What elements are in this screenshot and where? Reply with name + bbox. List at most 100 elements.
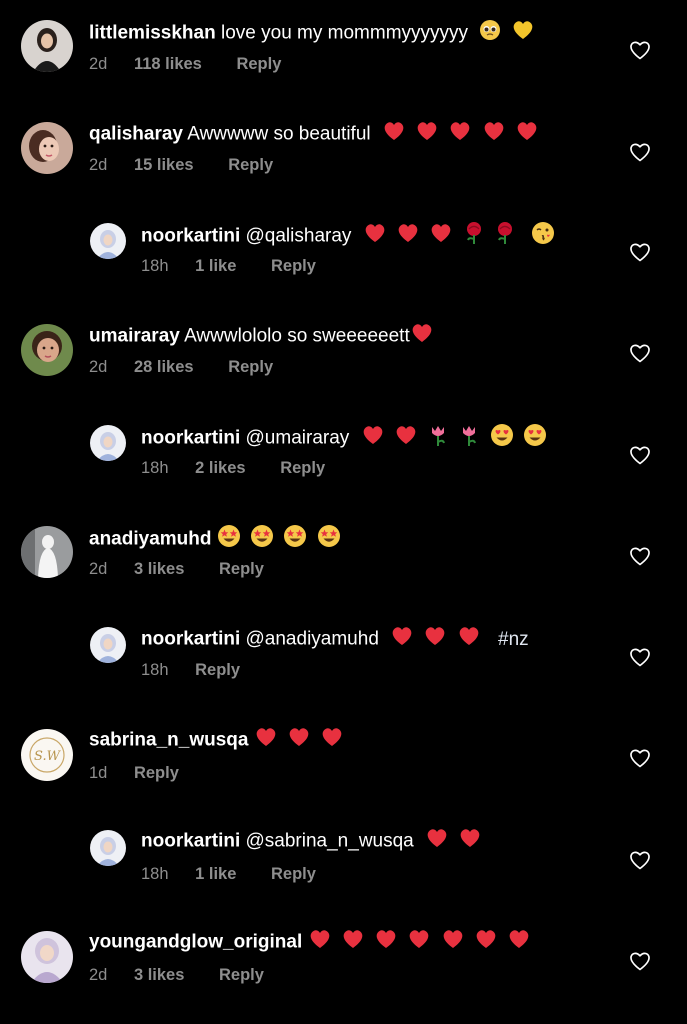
comment-text: @sabrina_n_wusqa — [245, 830, 414, 852]
likes-count-link[interactable]: 3 likes — [134, 560, 184, 578]
avatar[interactable] — [90, 223, 126, 259]
username[interactable]: anadiyamuhd — [89, 529, 211, 550]
reply-button[interactable]: Reply — [236, 55, 281, 73]
red-heart-emoji — [457, 625, 481, 654]
likes-count-link[interactable]: 118 likes — [134, 55, 202, 73]
avatar[interactable] — [21, 122, 73, 174]
reply-button[interactable]: Reply — [280, 459, 325, 477]
heart-outline-icon — [630, 243, 650, 262]
star-struck-emoji — [317, 524, 341, 555]
comment-age: 18h — [141, 459, 169, 477]
likes-count-link[interactable]: 15 likes — [134, 156, 194, 174]
likes-count-link[interactable]: 1 like — [195, 257, 236, 275]
red-heart-emoji — [308, 928, 332, 957]
red-heart-emoji — [441, 928, 465, 957]
reply-button[interactable]: Reply — [271, 257, 316, 275]
tulip-emoji — [427, 423, 449, 454]
red-heart-emoji — [382, 120, 406, 149]
avatar-monogram: S.W — [34, 749, 62, 764]
comment-emojis — [390, 625, 485, 654]
red-heart-emoji — [415, 120, 439, 149]
comment-item: qalisharay Awwwww so beautiful 2d 15 lik… — [0, 101, 687, 202]
red-heart-emoji — [320, 726, 344, 755]
kissing-face-emoji — [531, 221, 555, 252]
red-heart-emoji — [407, 928, 431, 957]
like-button[interactable] — [629, 748, 651, 768]
comment-emojis — [479, 19, 538, 48]
red-heart-emoji — [287, 726, 311, 755]
red-heart-emoji — [507, 928, 531, 957]
reply-button[interactable]: Reply — [228, 358, 273, 376]
red-heart-emoji — [394, 424, 418, 453]
like-button[interactable] — [629, 343, 651, 363]
comment-item: umairaray Awwwlololo so sweeeeeett 2d 28… — [0, 303, 687, 404]
avatar[interactable] — [90, 830, 126, 866]
comment-item: anadiyamuhd 2d 3 likes Reply — [0, 505, 687, 606]
comment-reply-item: noorkartini @sabrina_n_wusqa 18h 1 like … — [0, 808, 687, 909]
comment-text: Awwwww so beautiful — [187, 123, 371, 145]
avatar[interactable] — [21, 526, 73, 578]
comment-emojis — [361, 423, 551, 454]
username[interactable]: noorkartini — [141, 629, 240, 650]
comment-emojis — [410, 322, 438, 351]
pleading-face-emoji — [479, 19, 501, 48]
red-heart-emoji — [390, 625, 414, 654]
red-heart-emoji — [474, 928, 498, 957]
reply-button[interactable]: Reply — [228, 156, 273, 174]
red-heart-emoji — [515, 120, 539, 149]
avatar[interactable] — [90, 627, 126, 663]
reply-button[interactable]: Reply — [219, 560, 264, 578]
red-heart-emoji — [429, 222, 453, 251]
username[interactable]: sabrina_n_wusqa — [89, 730, 248, 751]
red-heart-emoji — [425, 827, 449, 856]
like-button[interactable] — [629, 951, 651, 971]
avatar[interactable] — [90, 425, 126, 461]
comment-reply-item: noorkartini @umairaray 18h 2 likes Reply — [0, 404, 687, 505]
likes-count-link[interactable]: 3 likes — [134, 966, 184, 984]
username[interactable]: noorkartini — [141, 226, 240, 247]
avatar[interactable] — [21, 20, 73, 72]
star-struck-emoji — [283, 524, 307, 555]
comment-text: Awwwlololo so sweeeeeett — [184, 325, 410, 347]
comment-age: 18h — [141, 661, 169, 679]
username[interactable]: noorkartini — [141, 428, 240, 449]
comment-age: 2d — [89, 156, 108, 174]
username[interactable]: youngandglow_original — [89, 932, 302, 953]
like-button[interactable] — [629, 850, 651, 870]
reply-button[interactable]: Reply — [134, 764, 179, 782]
avatar[interactable] — [21, 931, 73, 983]
red-heart-emoji — [341, 928, 365, 957]
comment-age: 2d — [89, 55, 108, 73]
username[interactable]: umairaray — [89, 326, 180, 347]
username[interactable]: noorkartini — [141, 831, 240, 852]
reply-button[interactable]: Reply — [195, 661, 240, 679]
comment-age: 18h — [141, 865, 169, 883]
reply-button[interactable]: Reply — [219, 966, 264, 984]
avatar[interactable] — [21, 324, 73, 376]
reply-button[interactable]: Reply — [271, 865, 316, 883]
heart-outline-icon — [630, 143, 650, 162]
likes-count-link[interactable]: 28 likes — [134, 358, 194, 376]
comment-emojis — [254, 726, 349, 755]
comment-age: 2d — [89, 358, 108, 376]
like-button[interactable] — [629, 242, 651, 262]
like-button[interactable] — [629, 445, 651, 465]
avatar[interactable]: S.W — [21, 729, 73, 781]
red-heart-emoji — [254, 726, 278, 755]
like-button[interactable] — [629, 647, 651, 667]
red-heart-emoji — [361, 424, 385, 453]
username[interactable]: qalisharay — [89, 124, 183, 145]
comment-text: @umairaray — [245, 427, 350, 449]
red-heart-emoji — [423, 625, 447, 654]
comment-emojis — [363, 221, 559, 252]
like-button[interactable] — [629, 40, 651, 60]
hashtag-link[interactable]: #nz — [498, 629, 529, 650]
like-button[interactable] — [629, 142, 651, 162]
likes-count-link[interactable]: 1 like — [195, 865, 236, 883]
username[interactable]: littlemisskhan — [89, 23, 216, 44]
comment-item: S.W sabrina_n_wusqa 1d Reply — [0, 707, 687, 808]
like-button[interactable] — [629, 546, 651, 566]
likes-count-link[interactable]: 2 likes — [195, 459, 245, 477]
comment-reply-item: noorkartini @qalisharay 18h 1 like Reply — [0, 202, 687, 303]
heart-outline-icon — [630, 446, 650, 465]
